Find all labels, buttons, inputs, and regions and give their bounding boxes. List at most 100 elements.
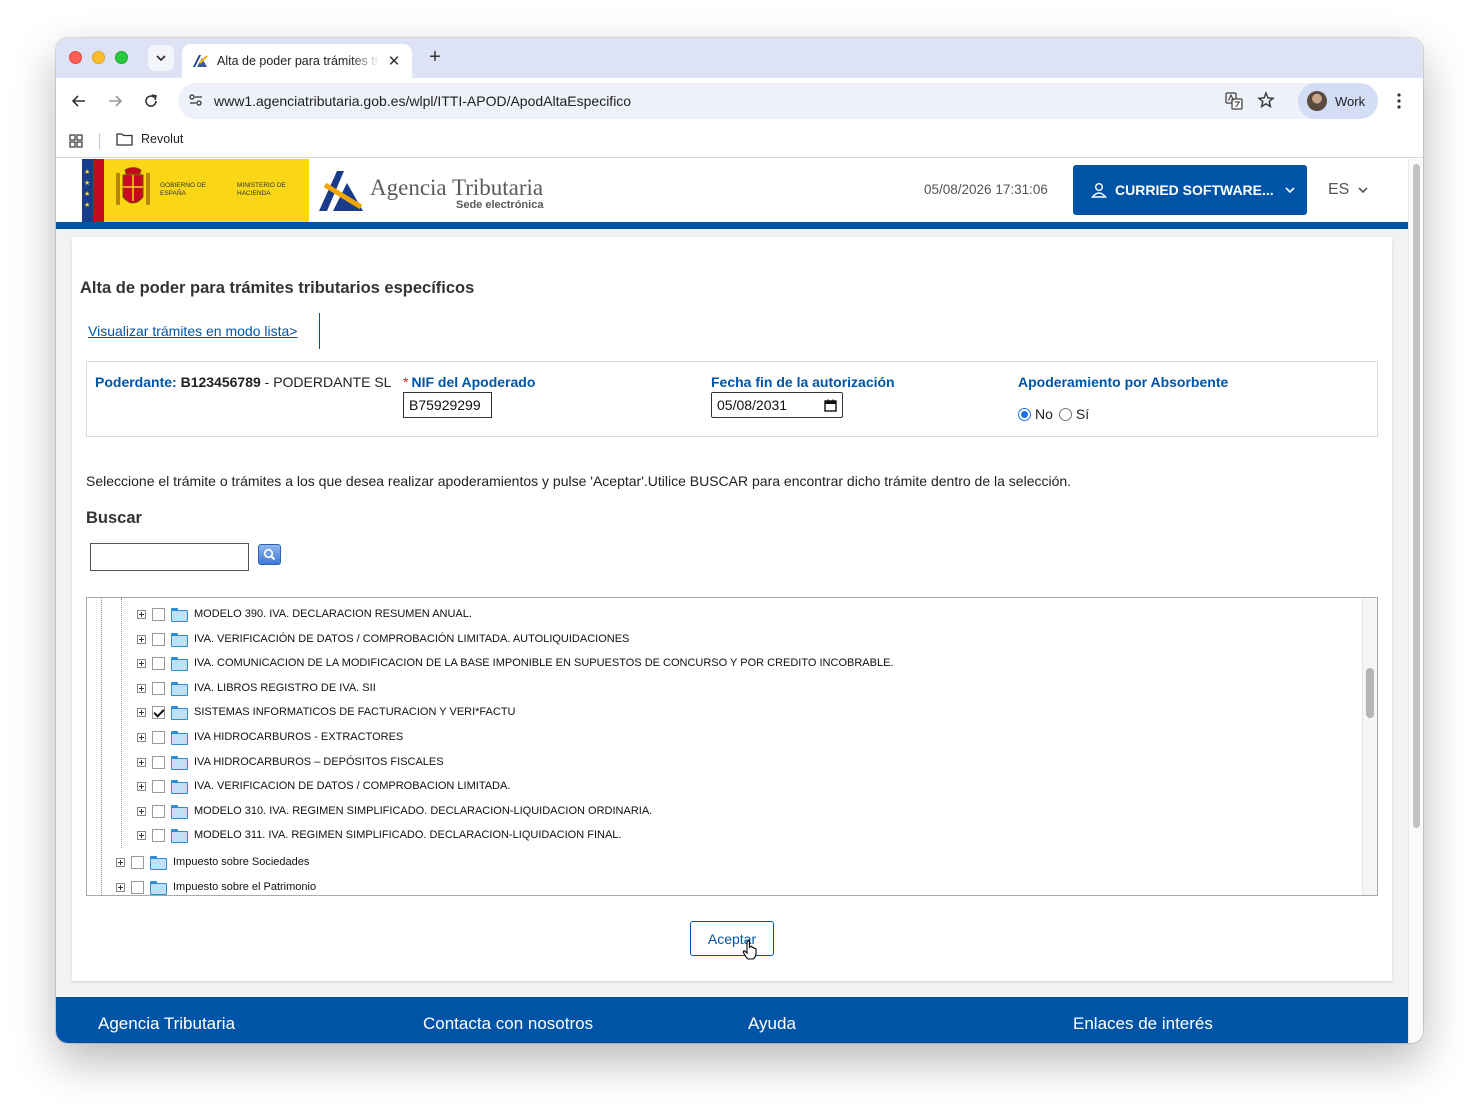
radio-si[interactable] bbox=[1058, 407, 1072, 421]
expand-icon[interactable] bbox=[137, 658, 146, 668]
nif-apoderado-input[interactable] bbox=[403, 392, 492, 418]
radio-no-label: No bbox=[1035, 406, 1053, 422]
active-tab[interactable]: Alta de poder para trámites tributarios … bbox=[182, 44, 412, 78]
expand-icon[interactable] bbox=[137, 609, 146, 619]
calendar-icon[interactable] bbox=[824, 399, 837, 412]
bookmark-revolut[interactable]: Revolut bbox=[116, 132, 183, 146]
tree-item-checkbox[interactable] bbox=[152, 607, 165, 621]
bookmark-star-icon[interactable] bbox=[1257, 91, 1275, 109]
footer-link-agencia[interactable]: Agencia Tributaria bbox=[98, 1014, 235, 1034]
radio-no[interactable] bbox=[1018, 407, 1031, 421]
tree-item[interactable]: MODELO 390. IVA. DECLARACION RESUMEN ANU… bbox=[137, 603, 472, 625]
nif-label: * NIF del Apoderado bbox=[403, 374, 535, 390]
more-menu-icon[interactable] bbox=[1392, 91, 1406, 111]
user-menu-button[interactable]: CURRIED SOFTWARE... bbox=[1073, 165, 1307, 215]
tree-item-checkbox[interactable] bbox=[152, 632, 165, 646]
tramites-tree: MODELO 390. IVA. DECLARACION RESUMEN ANU… bbox=[86, 597, 1378, 896]
ministry-text: MINISTERIO DE HACIENDA bbox=[237, 182, 286, 197]
folder-icon bbox=[171, 756, 188, 770]
translate-icon[interactable] bbox=[1225, 92, 1243, 110]
url-path: /wlpl/ITTI-APOD/ApodAltaEspecifico bbox=[405, 93, 632, 109]
page-title: Alta de poder para trámites tributarios … bbox=[80, 279, 475, 297]
tree-item-checkbox[interactable] bbox=[152, 755, 165, 769]
footer-link-contacta[interactable]: Contacta con nosotros bbox=[423, 1014, 593, 1034]
tree-item[interactable]: IVA. COMUNICACION DE LA MODIFICACION DE … bbox=[137, 652, 893, 674]
tab-search-button[interactable] bbox=[148, 45, 174, 71]
new-tab-button[interactable]: + bbox=[425, 46, 445, 69]
expand-icon[interactable] bbox=[116, 882, 125, 892]
poderdante-name: - PODERDANTE SL bbox=[264, 374, 392, 390]
tree-item[interactable]: SISTEMAS INFORMATICOS DE FACTURACION Y V… bbox=[137, 701, 516, 723]
tree-item[interactable]: MODELO 311. IVA. REGIMEN SIMPLIFICADO. D… bbox=[137, 824, 621, 846]
government-logo[interactable]: ★ ★ ★ ★ GOBIERNO DE ESPAÑA MINISTERIO DE HA… bbox=[82, 159, 309, 222]
minimize-window-button[interactable] bbox=[92, 51, 105, 64]
fecha-value: 05/08/2031 bbox=[717, 397, 788, 413]
tree-item-checkbox[interactable] bbox=[152, 681, 165, 695]
maximize-window-button[interactable] bbox=[115, 51, 128, 64]
close-window-button[interactable] bbox=[69, 51, 82, 64]
tree-item[interactable]: Impuesto sobre el Patrimonio bbox=[116, 876, 316, 895]
close-tab-icon[interactable]: ✕ bbox=[386, 52, 402, 70]
tree-item[interactable]: Impuesto sobre Sociedades bbox=[116, 851, 309, 873]
page-scroll-thumb[interactable] bbox=[1413, 164, 1420, 828]
language-selector[interactable]: ES bbox=[1328, 181, 1369, 199]
tree-item[interactable]: MODELO 310. IVA. REGIMEN SIMPLIFICADO. D… bbox=[137, 800, 652, 822]
page-scrollbar[interactable] bbox=[1408, 159, 1423, 1043]
link-divider bbox=[319, 313, 320, 349]
expand-icon[interactable] bbox=[137, 707, 146, 717]
list-mode-link[interactable]: Visualizar trámites en modo lista> bbox=[88, 323, 297, 339]
search-input[interactable] bbox=[90, 543, 249, 571]
poderdante-info: Poderdante: B123456789 - PODERDANTE SL bbox=[95, 374, 395, 391]
tree-guide-line bbox=[121, 598, 122, 848]
nif-label-text: NIF del Apoderado bbox=[411, 374, 536, 390]
expand-icon[interactable] bbox=[137, 781, 146, 791]
expand-icon[interactable] bbox=[137, 830, 146, 840]
tree-item-checkbox[interactable] bbox=[152, 656, 165, 670]
bookmarks-divider bbox=[99, 133, 100, 149]
tree-item-checkbox[interactable] bbox=[131, 855, 144, 869]
folder-icon bbox=[171, 682, 188, 696]
expand-icon[interactable] bbox=[137, 634, 146, 644]
expand-icon[interactable] bbox=[137, 757, 146, 767]
content-card: Alta de poder para trámites tributarios … bbox=[72, 237, 1392, 981]
forward-button[interactable] bbox=[105, 91, 125, 111]
reload-button[interactable] bbox=[141, 91, 161, 111]
accept-button[interactable]: Aceptar bbox=[690, 921, 774, 956]
profile-button[interactable]: Work bbox=[1298, 83, 1378, 119]
address-bar[interactable]: www1.agenciatributaria.gob.es/wlpl/ITTI-… bbox=[178, 83, 1342, 119]
tree-item[interactable]: IVA HIDROCARBUROS - EXTRACTORES bbox=[137, 726, 403, 748]
tree-item[interactable]: IVA. LIBROS REGISTRO DE IVA. SII bbox=[137, 677, 376, 699]
tree-item[interactable]: IVA. VERIFICACION DE DATOS / COMPROBACIO… bbox=[137, 775, 510, 797]
folder-icon bbox=[171, 805, 188, 819]
profile-label: Work bbox=[1335, 93, 1366, 109]
tree-item-checkbox[interactable] bbox=[152, 730, 165, 744]
tree-scrollbar[interactable] bbox=[1362, 598, 1377, 895]
tree-item-checkbox[interactable] bbox=[152, 828, 165, 842]
fecha-fin-input[interactable]: 05/08/2031 bbox=[711, 392, 843, 418]
expand-icon[interactable] bbox=[116, 857, 125, 867]
tree-item-checkbox[interactable] bbox=[131, 880, 144, 894]
expand-icon[interactable] bbox=[137, 732, 146, 742]
apps-grid-icon[interactable] bbox=[69, 134, 83, 148]
site-settings-icon[interactable] bbox=[188, 92, 204, 108]
aeat-logo-icon[interactable] bbox=[317, 167, 365, 213]
hand-cursor-icon bbox=[742, 940, 757, 960]
back-button[interactable] bbox=[69, 91, 89, 111]
search-button[interactable] bbox=[258, 544, 281, 565]
footer-link-ayuda[interactable]: Ayuda bbox=[748, 1014, 796, 1034]
tree-item[interactable]: IVA HIDROCARBUROS – DEPÓSITOS FISCALES bbox=[137, 751, 444, 773]
tree-item[interactable]: IVA. VERIFICACIÓN DE DATOS / COMPROBACIÓ… bbox=[137, 628, 629, 650]
expand-icon[interactable] bbox=[137, 806, 146, 816]
folder-icon bbox=[171, 780, 188, 794]
tree-item-checkbox[interactable] bbox=[152, 705, 165, 719]
authorization-form: Poderdante: B123456789 - PODERDANTE SL *… bbox=[86, 361, 1378, 437]
tree-item-checkbox[interactable] bbox=[152, 779, 165, 793]
aeat-favicon-icon bbox=[193, 55, 208, 67]
expand-icon[interactable] bbox=[137, 683, 146, 693]
url-text: www1.agenciatributaria.gob.es/wlpl/ITTI-… bbox=[214, 93, 631, 109]
tree-scroll-thumb[interactable] bbox=[1366, 668, 1374, 718]
folder-icon bbox=[171, 657, 188, 671]
tree-item-checkbox[interactable] bbox=[152, 804, 165, 818]
footer-link-enlaces[interactable]: Enlaces de interés bbox=[1073, 1014, 1213, 1034]
instructions-text: Seleccione el trámite o trámites a los q… bbox=[86, 473, 1072, 489]
